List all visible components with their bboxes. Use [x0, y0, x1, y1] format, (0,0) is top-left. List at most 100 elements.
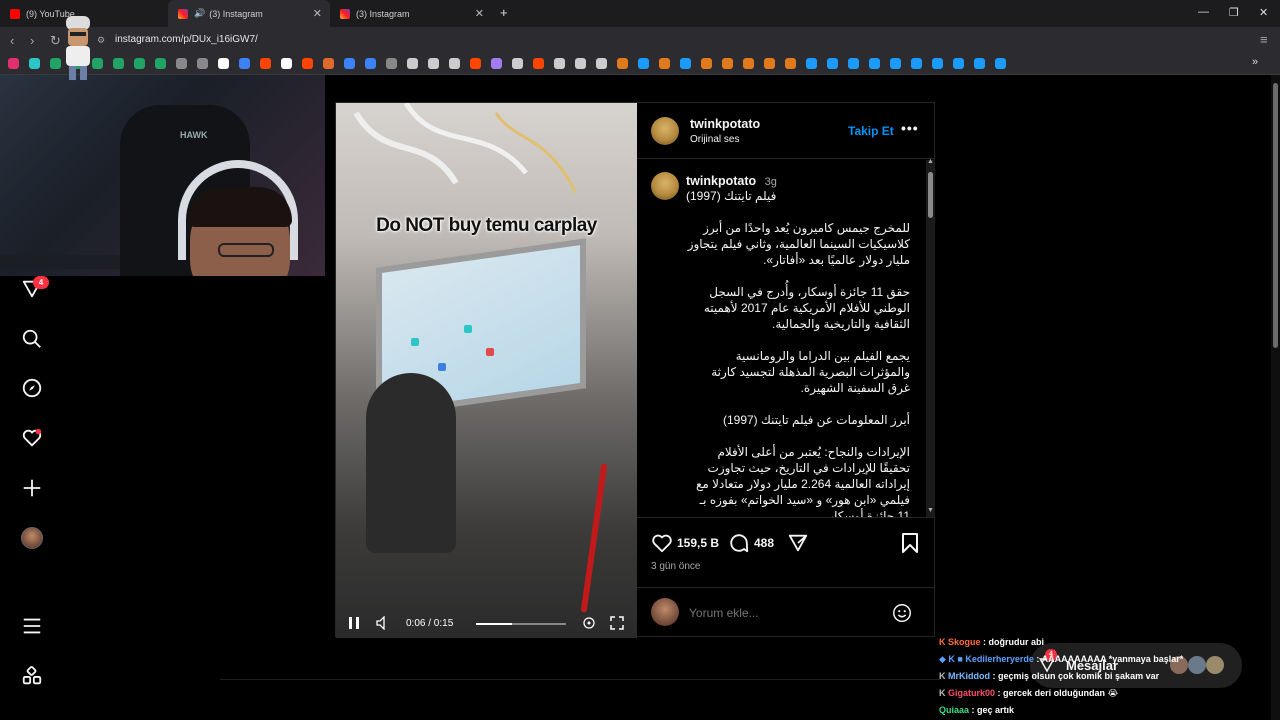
author-username[interactable]: twinkpotato — [690, 117, 760, 131]
caption-username[interactable]: twinkpotato — [686, 174, 756, 188]
caption-avatar[interactable] — [651, 172, 679, 200]
viewer-avatar — [651, 598, 679, 626]
minimize-icon[interactable]: — — [1198, 6, 1209, 18]
emoji-icon[interactable] — [891, 602, 913, 624]
share-icon[interactable] — [787, 532, 809, 554]
bookmark-icon[interactable] — [344, 58, 355, 69]
notifications-icon[interactable] — [20, 426, 44, 450]
bookmark-icon[interactable] — [449, 58, 460, 69]
bookmark-icon[interactable] — [869, 58, 880, 69]
bookmark-icon[interactable] — [932, 58, 943, 69]
scroll-up-icon[interactable]: ▲ — [927, 158, 934, 165]
bookmark-icon[interactable] — [638, 58, 649, 69]
back-icon[interactable]: ‹ — [10, 33, 14, 48]
close-tab-icon[interactable]: ✕ — [475, 7, 484, 20]
bookmark-icon[interactable] — [386, 58, 397, 69]
bookmark-icon[interactable] — [365, 58, 376, 69]
page-scrollbar[interactable] — [1271, 75, 1280, 720]
author-avatar[interactable] — [651, 117, 679, 145]
bookmark-icon[interactable] — [743, 58, 754, 69]
comment-input[interactable] — [689, 604, 879, 622]
close-window-icon[interactable]: ✕ — [1259, 6, 1268, 19]
save-icon[interactable] — [900, 532, 920, 554]
caption-scroll-thumb[interactable] — [928, 172, 933, 218]
bookmark-icon[interactable] — [827, 58, 838, 69]
bookmark-icon[interactable] — [176, 58, 187, 69]
bookmark-icon[interactable] — [785, 58, 796, 69]
like-icon[interactable] — [651, 532, 673, 554]
bookmark-icon[interactable] — [533, 58, 544, 69]
create-icon[interactable] — [20, 476, 44, 500]
menu-icon[interactable]: ≡ — [1260, 32, 1268, 47]
comment-icon[interactable] — [728, 532, 750, 554]
emoji: 😭 — [1107, 688, 1119, 698]
caption-scrollbar[interactable]: ▲ ▼ — [926, 158, 935, 517]
pause-icon[interactable] — [348, 616, 360, 630]
bookmark-icon[interactable] — [491, 58, 502, 69]
bookmark-icon[interactable] — [428, 58, 439, 69]
bookmark-icon[interactable] — [8, 58, 19, 69]
bookmark-icon[interactable] — [29, 58, 40, 69]
comment-count[interactable]: 488 — [754, 536, 774, 550]
video-wires — [353, 103, 578, 194]
reel-video[interactable]: Do NOT buy temu carplay 0:06 / 0:15 — [336, 103, 637, 638]
video-progress-bar[interactable] — [476, 623, 566, 625]
bookmark-icon[interactable] — [323, 58, 334, 69]
bookmark-icon[interactable] — [890, 58, 901, 69]
bookmark-icon[interactable] — [512, 58, 523, 69]
close-tab-icon[interactable]: ✕ — [313, 7, 322, 20]
speaker-icon: 🔊 — [194, 8, 206, 18]
url-field[interactable]: instagram.com/p/DUx_i16iGW7/ — [115, 34, 258, 45]
bookmark-icon[interactable] — [470, 58, 481, 69]
bookmark-icon[interactable] — [302, 58, 313, 69]
bookmark-icon[interactable] — [239, 58, 250, 69]
bookmark-icon[interactable] — [113, 58, 124, 69]
caption-paragraph: أبرز المعلومات عن فيلم تايتنك (1997) — [722, 413, 910, 427]
more-icon[interactable] — [20, 614, 44, 638]
bookmark-icon[interactable] — [722, 58, 733, 69]
bookmark-icon[interactable] — [134, 58, 145, 69]
scroll-down-icon[interactable]: ▼ — [927, 507, 934, 514]
bookmark-icon[interactable] — [848, 58, 859, 69]
bookmark-icon[interactable] — [407, 58, 418, 69]
bookmark-icon[interactable] — [281, 58, 292, 69]
replay-icon[interactable] — [582, 616, 596, 630]
bookmark-icon[interactable] — [575, 58, 586, 69]
like-count[interactable]: 159,5 B — [677, 536, 719, 550]
site-settings-icon[interactable]: ⚙ — [97, 35, 105, 46]
bookmark-icon[interactable] — [617, 58, 628, 69]
tab-instagram[interactable]: (3) Instagram ✕ — [330, 0, 492, 27]
more-options-icon[interactable]: ••• — [901, 120, 919, 136]
more-bookmarks-icon[interactable]: » — [1252, 56, 1258, 68]
bookmark-icon[interactable] — [995, 58, 1006, 69]
bookmark-icon[interactable] — [701, 58, 712, 69]
bookmark-icon[interactable] — [554, 58, 565, 69]
new-tab-icon[interactable]: + — [500, 5, 508, 20]
video-time: 0:06 / 0:15 — [406, 618, 454, 629]
bookmark-icon[interactable] — [596, 58, 607, 69]
bookmark-icon[interactable] — [680, 58, 691, 69]
caption-area: twinkpotato 3g فيلم تايتنك (1997) للمخرج… — [637, 160, 924, 517]
bookmark-icon[interactable] — [806, 58, 817, 69]
bookmark-icon[interactable] — [974, 58, 985, 69]
also-from-meta-icon[interactable] — [20, 664, 44, 688]
bookmark-icon[interactable] — [197, 58, 208, 69]
bookmark-icon[interactable] — [659, 58, 670, 69]
bookmark-icon[interactable] — [953, 58, 964, 69]
forward-icon[interactable]: › — [30, 33, 34, 48]
bookmark-icon[interactable] — [764, 58, 775, 69]
page-scroll-thumb[interactable] — [1273, 83, 1278, 348]
follow-button[interactable]: Takip Et — [848, 124, 894, 138]
explore-icon[interactable] — [20, 376, 44, 400]
bookmark-icon[interactable] — [218, 58, 229, 69]
tab-instagram-active[interactable]: 🔊 (3) Instagram ✕ — [168, 0, 330, 27]
bookmark-icon[interactable] — [155, 58, 166, 69]
fullscreen-icon[interactable] — [610, 616, 624, 630]
audio-label[interactable]: Orijinal ses — [690, 134, 739, 145]
search-icon[interactable] — [20, 327, 44, 351]
restore-icon[interactable]: ❐ — [1229, 6, 1239, 19]
bookmark-icon[interactable] — [260, 58, 271, 69]
profile-avatar[interactable] — [20, 526, 44, 550]
volume-icon[interactable] — [376, 616, 390, 630]
bookmark-icon[interactable] — [911, 58, 922, 69]
